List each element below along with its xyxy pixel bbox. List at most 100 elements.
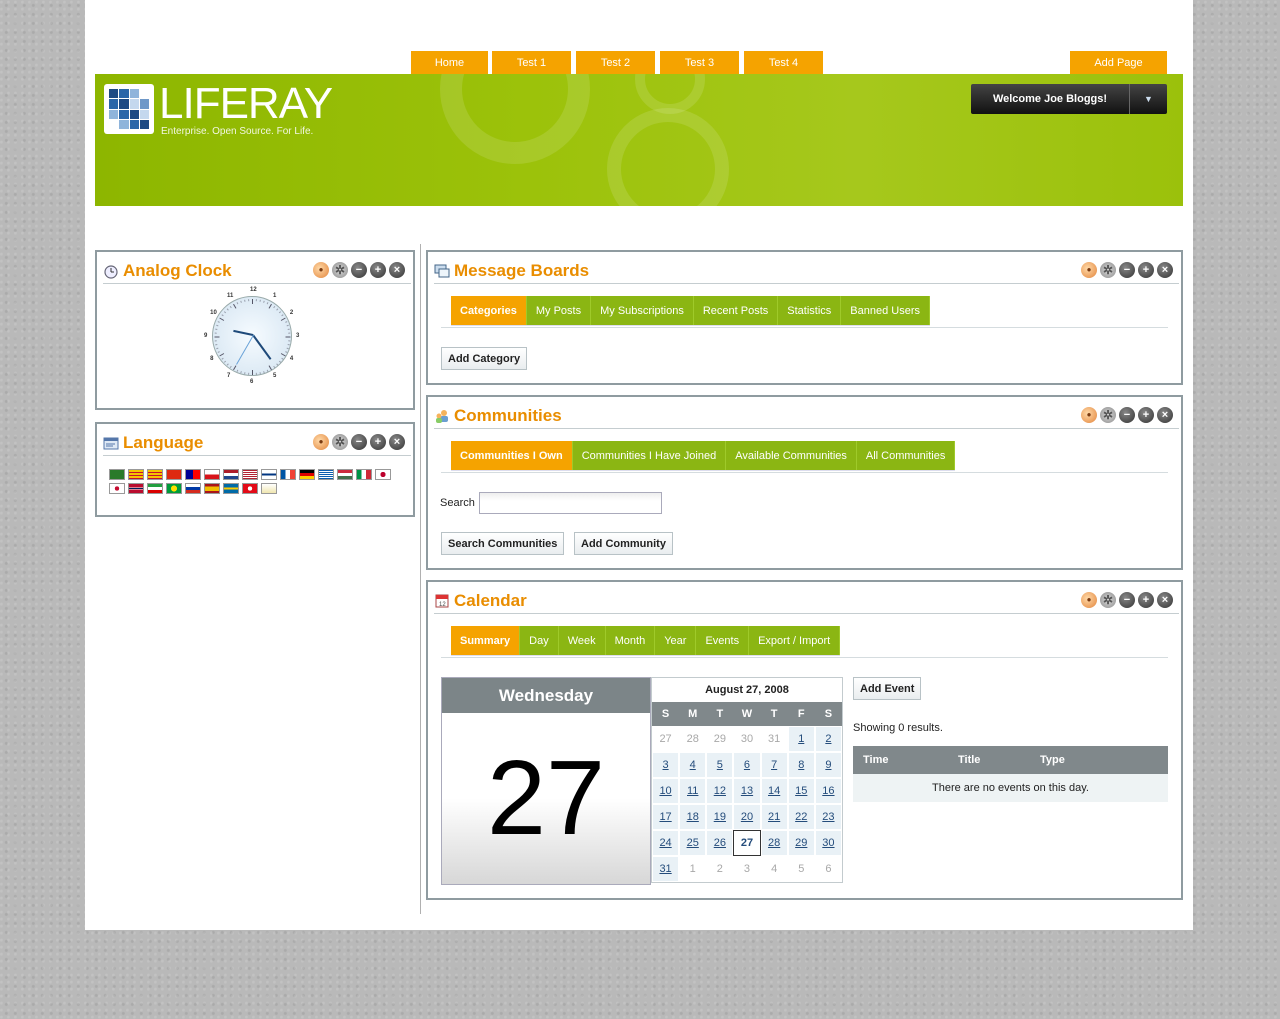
search-input[interactable] xyxy=(479,492,662,514)
column-type[interactable]: Type xyxy=(1040,754,1065,766)
calendar-day-link[interactable]: 18 xyxy=(679,804,707,830)
close-icon[interactable]: × xyxy=(1157,407,1173,423)
calendar-day-link[interactable]: 8 xyxy=(787,752,815,778)
tab-categories[interactable]: Categories xyxy=(451,296,527,325)
tab-summary[interactable]: Summary xyxy=(451,626,521,655)
minimize-icon[interactable]: − xyxy=(1119,407,1135,423)
calendar-day-link[interactable]: 27 xyxy=(733,830,761,856)
look-and-feel-icon[interactable]: ● xyxy=(1081,262,1097,278)
flag-en-icon[interactable] xyxy=(242,469,258,480)
calendar-day-link[interactable]: 24 xyxy=(652,830,680,856)
tab-my-posts[interactable]: My Posts xyxy=(526,296,592,325)
calendar-day-link[interactable]: 9 xyxy=(814,752,842,778)
calendar-day-link[interactable]: 13 xyxy=(733,778,761,804)
add-page-button[interactable]: Add Page xyxy=(1070,51,1167,74)
tab-day[interactable]: Day xyxy=(520,626,559,655)
calendar-day-link[interactable]: 5 xyxy=(706,752,734,778)
search-communities-button[interactable]: Search Communities xyxy=(441,532,565,555)
tab-export-import[interactable]: Export / Import xyxy=(749,626,841,655)
calendar-day-link[interactable]: 23 xyxy=(814,804,842,830)
calendar-day-link[interactable]: 15 xyxy=(787,778,815,804)
calendar-day-link[interactable]: 3 xyxy=(652,752,680,778)
tab-recent-posts[interactable]: Recent Posts xyxy=(693,296,779,325)
maximize-icon[interactable]: + xyxy=(1138,262,1154,278)
tab-banned-users[interactable]: Banned Users xyxy=(841,296,931,325)
tab-all-communities[interactable]: All Communities xyxy=(856,441,956,470)
calendar-day-link[interactable]: 28 xyxy=(760,830,788,856)
flag-el-icon[interactable] xyxy=(318,469,334,480)
close-icon[interactable]: × xyxy=(1157,592,1173,608)
configuration-icon[interactable]: ✲ xyxy=(332,434,348,450)
flag-fi-icon[interactable] xyxy=(261,469,277,480)
tab-events[interactable]: Events xyxy=(696,626,750,655)
tab-my-subscriptions[interactable]: My Subscriptions xyxy=(591,296,694,325)
flag-nl-icon[interactable] xyxy=(223,469,239,480)
calendar-day-link[interactable]: 29 xyxy=(787,830,815,856)
look-and-feel-icon[interactable]: ● xyxy=(313,262,329,278)
flag-vi-icon[interactable] xyxy=(261,483,277,494)
flag-de-icon[interactable] xyxy=(299,469,315,480)
calendar-day-link[interactable]: 4 xyxy=(679,752,707,778)
flag-zh-cn-icon[interactable] xyxy=(166,469,182,480)
look-and-feel-icon[interactable]: ● xyxy=(1081,407,1097,423)
nav-tab-test3[interactable]: Test 3 xyxy=(660,51,739,74)
close-icon[interactable]: × xyxy=(389,262,405,278)
close-icon[interactable]: × xyxy=(389,434,405,450)
calendar-day-link[interactable]: 12 xyxy=(706,778,734,804)
calendar-day-link[interactable]: 21 xyxy=(760,804,788,830)
column-title[interactable]: Title xyxy=(953,754,1040,766)
flag-it-icon[interactable] xyxy=(356,469,372,480)
flag-hu-icon[interactable] xyxy=(337,469,353,480)
tab-communities-i-own[interactable]: Communities I Own xyxy=(451,441,573,470)
flag-es-icon[interactable] xyxy=(204,483,220,494)
nav-tab-test4[interactable]: Test 4 xyxy=(744,51,823,74)
flag-ko-icon[interactable] xyxy=(109,483,125,494)
calendar-day-link[interactable]: 31 xyxy=(652,856,680,882)
nav-tab-home[interactable]: Home xyxy=(411,51,488,74)
tab-year[interactable]: Year xyxy=(655,626,697,655)
tab-communities-joined[interactable]: Communities I Have Joined xyxy=(572,441,727,470)
dock-expand-icon[interactable]: ▼ xyxy=(1129,84,1167,114)
look-and-feel-icon[interactable]: ● xyxy=(1081,592,1097,608)
flag-ar-icon[interactable] xyxy=(109,469,125,480)
calendar-day-link[interactable]: 22 xyxy=(787,804,815,830)
calendar-day-link[interactable]: 17 xyxy=(652,804,680,830)
configuration-icon[interactable]: ✲ xyxy=(1100,262,1116,278)
add-community-button[interactable]: Add Community xyxy=(574,532,673,555)
flag-pt-icon[interactable] xyxy=(166,483,182,494)
calendar-day-link[interactable]: 30 xyxy=(814,830,842,856)
configuration-icon[interactable]: ✲ xyxy=(332,262,348,278)
flag-ca-icon[interactable] xyxy=(128,469,144,480)
tab-available-communities[interactable]: Available Communities xyxy=(726,441,857,470)
nav-tab-test1[interactable]: Test 1 xyxy=(492,51,571,74)
flag-nb-icon[interactable] xyxy=(128,483,144,494)
calendar-day-link[interactable]: 20 xyxy=(733,804,761,830)
flag-fa-icon[interactable] xyxy=(147,483,163,494)
calendar-day-link[interactable]: 1 xyxy=(787,726,815,752)
tab-week[interactable]: Week xyxy=(558,626,606,655)
close-icon[interactable]: × xyxy=(1157,262,1173,278)
flag-sv-icon[interactable] xyxy=(223,483,239,494)
flag-fr-icon[interactable] xyxy=(280,469,296,480)
calendar-day-link[interactable]: 19 xyxy=(706,804,734,830)
tab-statistics[interactable]: Statistics xyxy=(778,296,842,325)
calendar-day-link[interactable]: 7 xyxy=(760,752,788,778)
calendar-day-link[interactable]: 6 xyxy=(733,752,761,778)
minimize-icon[interactable]: − xyxy=(1119,262,1135,278)
maximize-icon[interactable]: + xyxy=(1138,407,1154,423)
minimize-icon[interactable]: − xyxy=(351,434,367,450)
calendar-day-link[interactable]: 14 xyxy=(760,778,788,804)
calendar-day-link[interactable]: 10 xyxy=(652,778,680,804)
flag-tr-icon[interactable] xyxy=(242,483,258,494)
add-event-button[interactable]: Add Event xyxy=(853,677,922,700)
minimize-icon[interactable]: − xyxy=(1119,592,1135,608)
user-menu[interactable]: Welcome Joe Bloggs! ▼ xyxy=(971,84,1167,114)
configuration-icon[interactable]: ✲ xyxy=(1100,407,1116,423)
configuration-icon[interactable]: ✲ xyxy=(1100,592,1116,608)
calendar-day-link[interactable]: 2 xyxy=(814,726,842,752)
flag-ja-icon[interactable] xyxy=(375,469,391,480)
flag-ca-es-icon[interactable] xyxy=(147,469,163,480)
calendar-day-link[interactable]: 11 xyxy=(679,778,707,804)
maximize-icon[interactable]: + xyxy=(370,434,386,450)
add-category-button[interactable]: Add Category xyxy=(441,347,528,370)
